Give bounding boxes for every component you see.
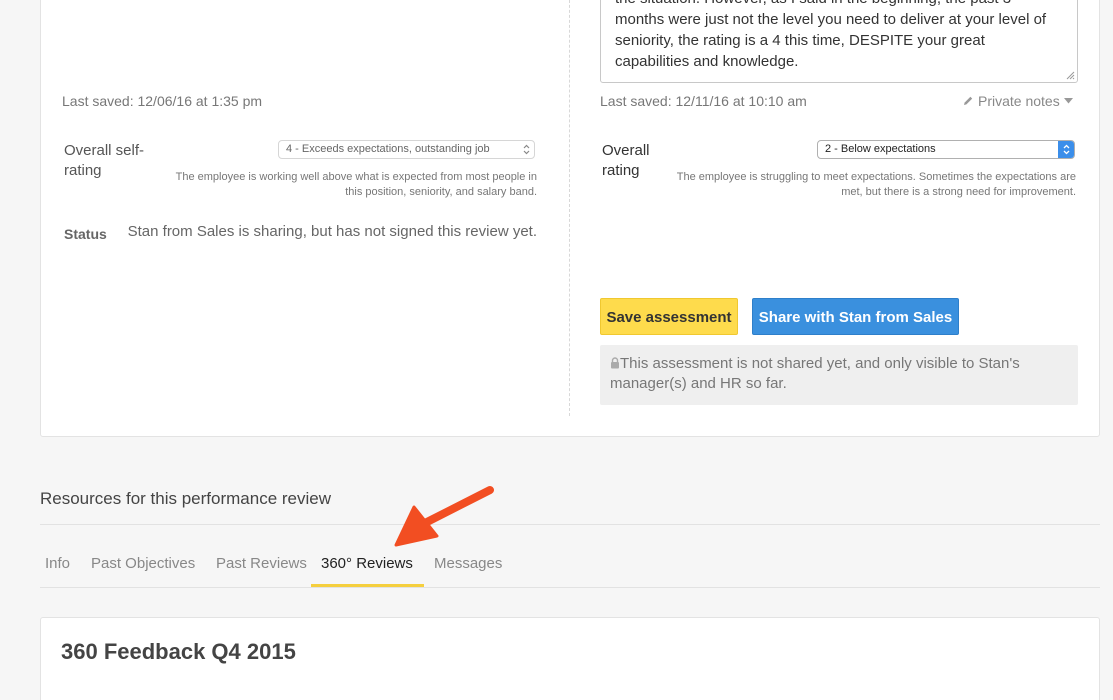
self-rating-help: The employee is working well above what …	[175, 171, 537, 198]
manager-assessment-textarea[interactable]: the situation. However, as I said in the…	[600, 0, 1078, 83]
manager-assessment-text: the situation. However, as I said in the…	[615, 0, 1047, 70]
feedback-title: 360 Feedback Q4 2015	[61, 639, 296, 664]
manager-rating-value: 2 - Below expectations	[825, 143, 936, 155]
tab-360-reviews[interactable]: 360° Reviews	[321, 555, 413, 572]
status-label: Status	[64, 226, 107, 242]
resources-title: Resources for this performance review	[40, 489, 332, 508]
self-rating-label: Overall self- rating	[64, 142, 145, 179]
tab-past-reviews[interactable]: Past Reviews	[216, 555, 307, 572]
lock-icon	[611, 357, 619, 369]
save-assessment-button[interactable]: Save assessment	[600, 298, 738, 335]
sharing-notice: This assessment is not shared yet, and o…	[600, 345, 1078, 405]
column-divider	[569, 0, 570, 416]
select-arrows-icon	[518, 141, 534, 158]
tab-info[interactable]: Info	[45, 555, 70, 572]
divider	[40, 524, 1100, 525]
manager-rating-select[interactable]: 2 - Below expectations	[817, 140, 1075, 159]
private-notes-toggle[interactable]: Private notes	[962, 93, 1073, 109]
self-rating-select[interactable]: 4 - Exceeds expectations, outstanding jo…	[278, 140, 535, 159]
manager-rating-help: The employee is struggling to meet expec…	[676, 171, 1076, 198]
resize-grip-icon[interactable]	[1066, 71, 1075, 80]
self-rating-value: 4 - Exceeds expectations, outstanding jo…	[286, 143, 490, 155]
caret-down-icon	[1063, 98, 1073, 104]
pencil-icon	[964, 96, 973, 105]
tab-messages[interactable]: Messages	[434, 555, 502, 572]
tabs-divider	[40, 587, 1100, 588]
sharing-notice-text: This assessment is not shared yet, and o…	[610, 355, 1020, 392]
manager-last-saved: Last saved: 12/11/16 at 10:10 am	[600, 93, 807, 109]
self-last-saved: Last saved: 12/06/16 at 1:35 pm	[62, 93, 263, 109]
share-button[interactable]: Share with Stan from Sales	[752, 298, 959, 335]
private-notes-label: Private notes	[978, 93, 1060, 109]
select-arrows-icon	[1058, 141, 1074, 158]
status-text: Stan from Sales is sharing, but has not …	[127, 223, 537, 240]
tab-past-objectives[interactable]: Past Objectives	[91, 555, 195, 572]
